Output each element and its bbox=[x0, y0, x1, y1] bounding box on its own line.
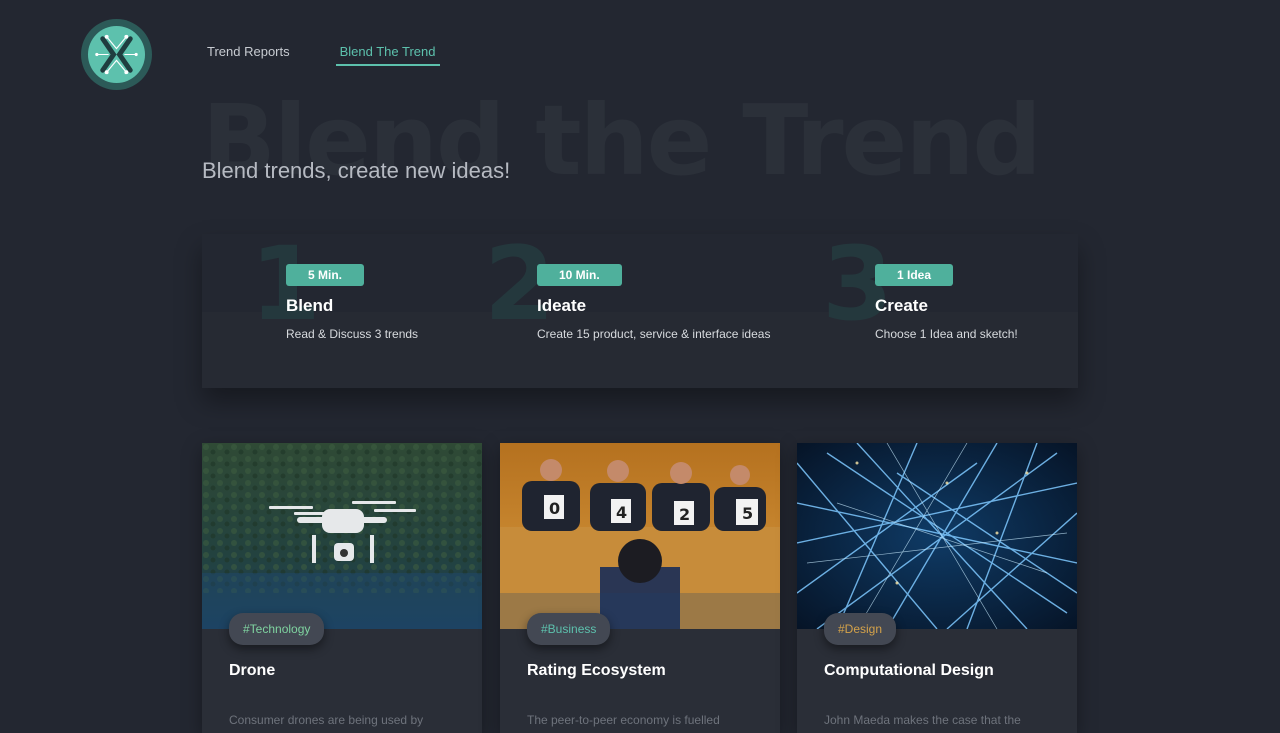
logo[interactable] bbox=[81, 19, 152, 90]
hero-subtitle: Blend trends, create new ideas! bbox=[202, 158, 511, 183]
card-excerpt: The peer-to-peer economy is fuelled bbox=[527, 713, 720, 727]
svg-text:2: 2 bbox=[679, 505, 690, 524]
nav-blend-the-trend[interactable]: Blend The Trend bbox=[335, 44, 440, 66]
step-duration-badge: 1 Idea bbox=[875, 264, 954, 286]
step-duration-badge: 10 Min. bbox=[537, 264, 622, 286]
nav-trend-reports[interactable]: Trend Reports bbox=[207, 44, 290, 66]
network-lines-photo bbox=[797, 443, 1077, 629]
x-circuit-logo-icon bbox=[87, 25, 146, 84]
step-title: Blend bbox=[286, 296, 334, 315]
trend-card-drone[interactable]: #Technology Drone Consumer drones are be… bbox=[202, 443, 482, 733]
main-nav: Trend Reports Blend The Trend bbox=[207, 44, 440, 66]
tag-business[interactable]: #Business bbox=[527, 613, 611, 645]
step-title: Create bbox=[875, 296, 928, 315]
step-duration-badge: 5 Min. bbox=[286, 264, 365, 286]
card-excerpt: Consumer drones are being used by bbox=[229, 713, 424, 727]
trend-card-rating-ecosystem[interactable]: 0 4 2 5 #Business Rating Ecosystem The peer… bbox=[500, 443, 780, 733]
step-title: Ideate bbox=[537, 296, 587, 315]
card-excerpt: John Maeda makes the case that the bbox=[824, 713, 1021, 727]
svg-text:0: 0 bbox=[549, 499, 560, 518]
card-title: Rating Ecosystem bbox=[527, 662, 666, 679]
svg-text:4: 4 bbox=[616, 503, 627, 522]
trend-card-computational-design[interactable]: #Design Computational Design John Maeda … bbox=[797, 443, 1077, 733]
step-description: Read & Discuss 3 trends bbox=[286, 327, 419, 341]
step-description: Create 15 product, service & interface i… bbox=[537, 327, 771, 341]
drone-photo bbox=[202, 443, 482, 629]
svg-text:5: 5 bbox=[742, 504, 753, 523]
judges-photo: 0 4 2 5 bbox=[500, 443, 780, 629]
tag-technology[interactable]: #Technology bbox=[229, 613, 325, 645]
card-title: Computational Design bbox=[824, 662, 994, 679]
card-title: Drone bbox=[229, 662, 276, 679]
steps-panel: 1 5 Min. Blend Read & Discuss 3 trends 2… bbox=[202, 234, 1078, 388]
step-description: Choose 1 Idea and sketch! bbox=[875, 327, 1018, 341]
tag-design[interactable]: #Design bbox=[824, 613, 897, 645]
